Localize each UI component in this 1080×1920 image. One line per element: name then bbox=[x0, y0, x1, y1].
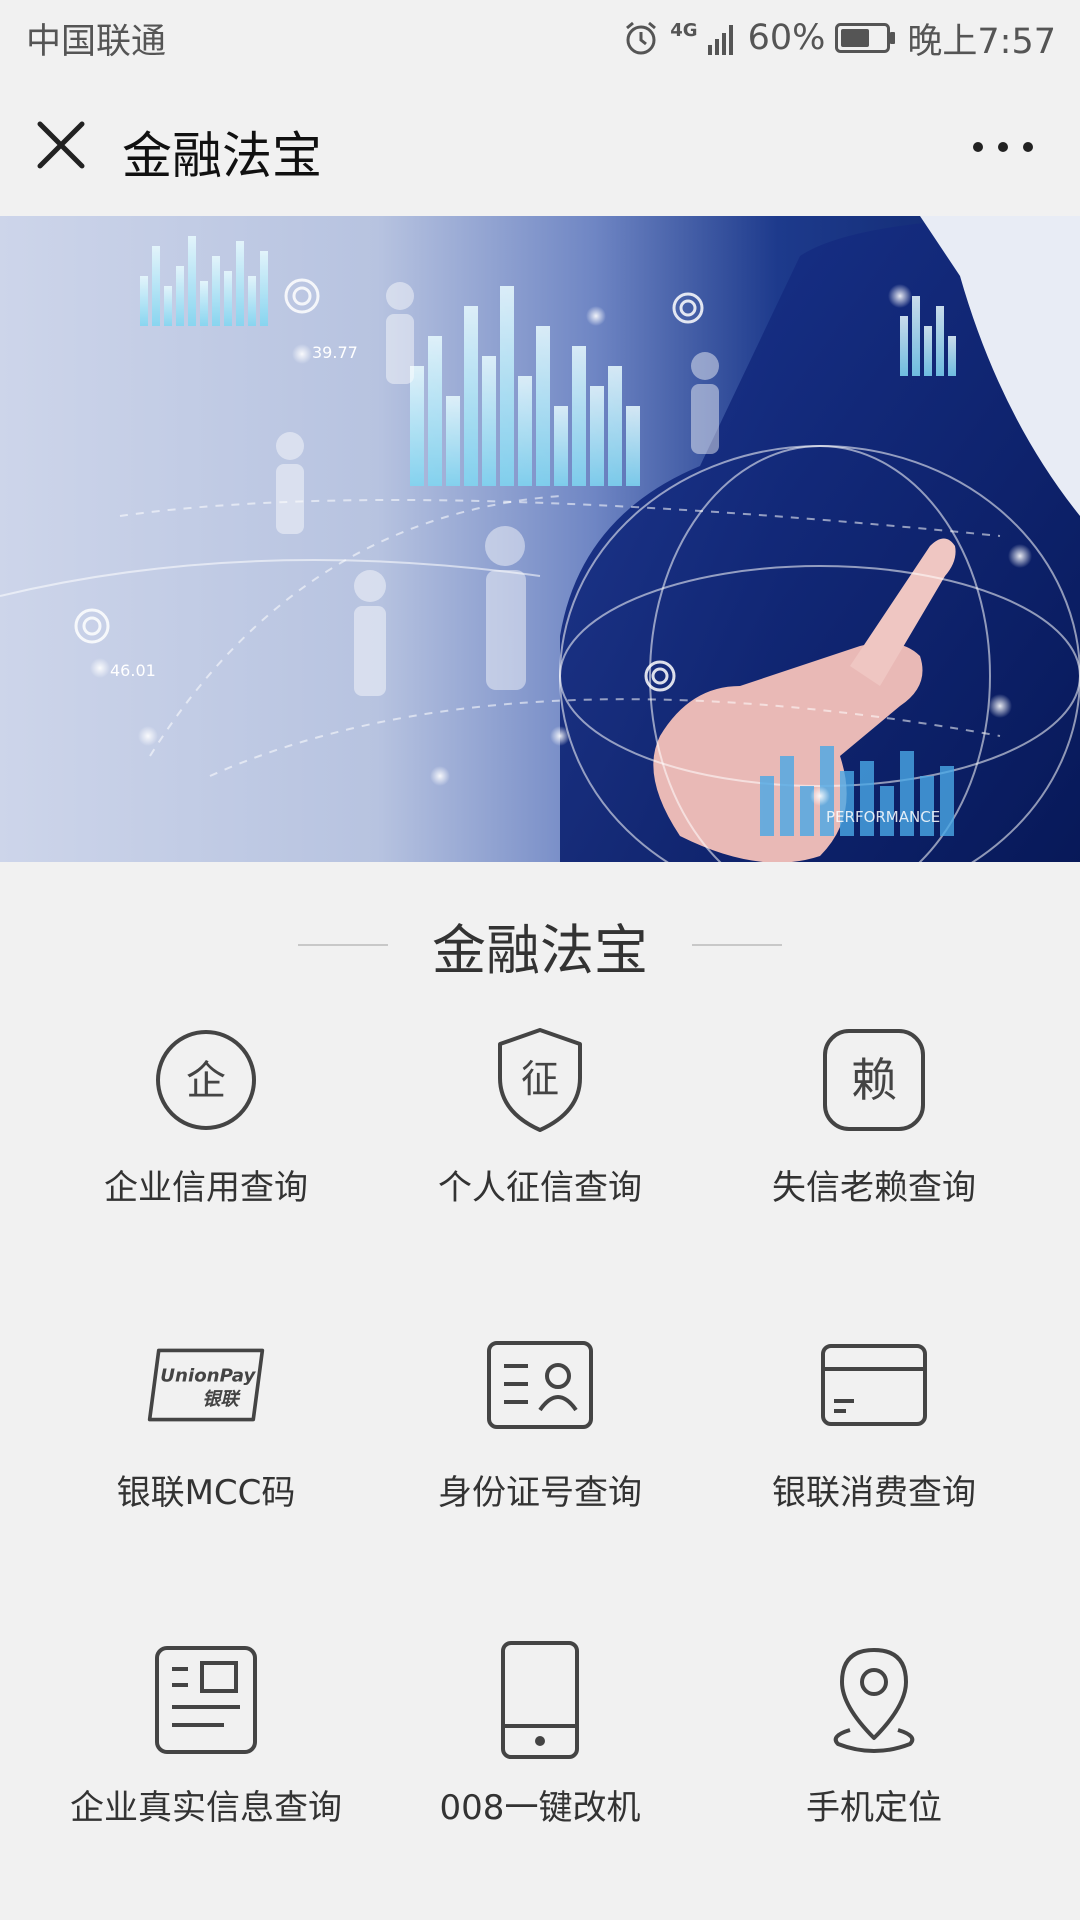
battery-icon bbox=[835, 23, 896, 53]
tile-label: 企业信用查询 bbox=[104, 1168, 308, 1208]
section-title: 金融法宝 bbox=[432, 918, 648, 982]
tile-label: 银联消费查询 bbox=[772, 1473, 976, 1513]
more-icon[interactable] bbox=[968, 132, 1038, 162]
banner-label-1: 39.77 bbox=[312, 343, 358, 362]
section-header: 金融法宝 bbox=[0, 900, 1080, 990]
tile-label: 身份证号查询 bbox=[438, 1473, 642, 1513]
banner-label-3: PERFORMANCE bbox=[826, 808, 940, 826]
tile-label: 手机定位 bbox=[806, 1788, 942, 1828]
enterprise-circle-icon: 企 bbox=[146, 1020, 266, 1140]
signal-icon bbox=[707, 25, 733, 55]
tile-enterprise-info[interactable]: 企业真实信息查询 bbox=[26, 1640, 386, 1880]
tile-unionpay-consumption[interactable]: 银联消费查询 bbox=[694, 1325, 1054, 1565]
tile-label: 个人征信查询 bbox=[438, 1168, 642, 1208]
tile-label: 银联MCC码 bbox=[116, 1473, 296, 1513]
banner-image[interactable]: 39.77 46.01 PERFORMANCE bbox=[0, 216, 1080, 862]
carrier-label: 中国联通 bbox=[26, 21, 167, 62]
id-card-icon bbox=[480, 1325, 600, 1445]
close-icon[interactable] bbox=[30, 114, 92, 176]
banner-label-2: 46.01 bbox=[110, 661, 156, 680]
svg-text:UnionPay: UnionPay bbox=[160, 1365, 256, 1386]
defaulter-badge-icon: 赖 bbox=[814, 1020, 934, 1140]
status-right: 4G 60% 晚上7:57 bbox=[622, 13, 1056, 64]
battery-percent: 60% bbox=[747, 18, 826, 58]
network-label: 4G bbox=[670, 19, 698, 41]
status-bar: 中国联通 4G 60% 晚上7:57 bbox=[0, 0, 1080, 76]
alarm-icon bbox=[626, 21, 657, 55]
tile-enterprise-credit[interactable]: 企 企业信用查询 bbox=[26, 1020, 386, 1260]
clock: 晚上7:57 bbox=[907, 21, 1056, 62]
tile-id-number[interactable]: 身份证号查询 bbox=[360, 1325, 720, 1565]
location-pin-icon bbox=[814, 1640, 934, 1760]
banner-graphic: 39.77 46.01 PERFORMANCE bbox=[0, 216, 1080, 862]
tile-personal-credit[interactable]: 征 个人征信查询 bbox=[360, 1020, 720, 1260]
document-info-icon bbox=[146, 1640, 266, 1760]
tile-label: 008一键改机 bbox=[439, 1788, 641, 1828]
tile-one-click-change[interactable]: 008一键改机 bbox=[360, 1640, 720, 1880]
page-title: 金融法宝 bbox=[122, 127, 322, 185]
tile-phone-location[interactable]: 手机定位 bbox=[694, 1640, 1054, 1880]
nav-bar: 金融法宝 bbox=[0, 76, 1080, 216]
unionpay-icon: UnionPay 银联 bbox=[146, 1325, 266, 1445]
svg-text:赖: 赖 bbox=[851, 1053, 897, 1107]
divider-right bbox=[692, 944, 782, 946]
bank-card-icon bbox=[814, 1325, 934, 1445]
tile-label: 企业真实信息查询 bbox=[70, 1788, 342, 1828]
tile-unionpay-mcc[interactable]: UnionPay 银联 银联MCC码 bbox=[26, 1325, 386, 1565]
divider-left bbox=[298, 944, 388, 946]
svg-text:征: 征 bbox=[521, 1057, 559, 1101]
credit-shield-icon: 征 bbox=[480, 1020, 600, 1140]
phone-icon bbox=[480, 1640, 600, 1760]
tile-label: 失信老赖查询 bbox=[772, 1168, 976, 1208]
svg-text:银联: 银联 bbox=[202, 1389, 241, 1410]
svg-text:企: 企 bbox=[186, 1058, 226, 1104]
tile-defaulter[interactable]: 赖 失信老赖查询 bbox=[694, 1020, 1054, 1260]
